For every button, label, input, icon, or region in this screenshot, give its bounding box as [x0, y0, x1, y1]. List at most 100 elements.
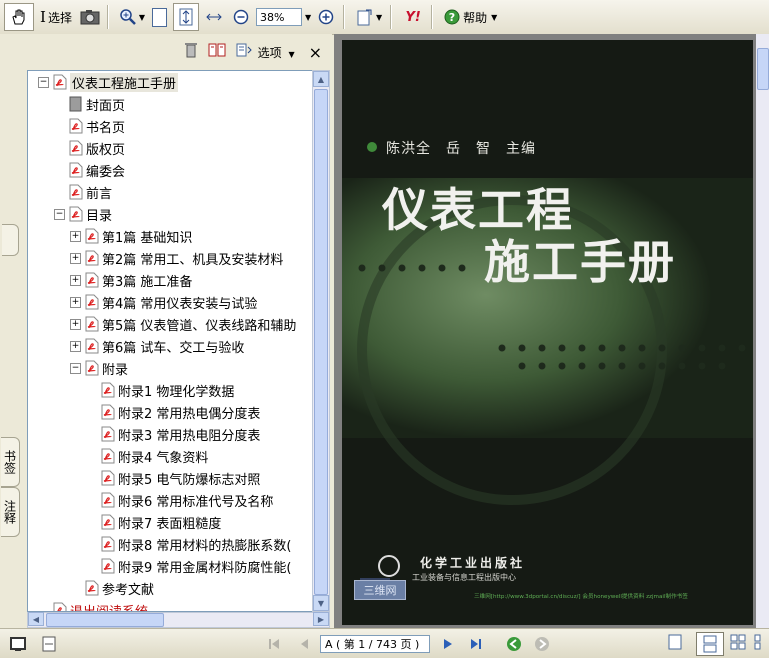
go-forward-button[interactable] — [532, 636, 552, 652]
single-page-view-icon — [668, 634, 682, 649]
pdf-bookmark-icon — [101, 514, 115, 530]
toolbar-separator — [343, 5, 346, 29]
scroll-up-button[interactable]: ▲ — [313, 71, 329, 87]
pdf-bookmark-icon — [69, 140, 83, 156]
show-navigation-button[interactable] — [10, 636, 26, 652]
bookmark-item[interactable]: + 第4篇 常用仪表安装与试验 — [70, 291, 257, 313]
close-panel-button[interactable]: × — [309, 43, 322, 62]
previous-page-button[interactable] — [294, 637, 314, 651]
fit-width-button[interactable] — [202, 4, 226, 30]
new-bookmark-icon[interactable] — [208, 43, 226, 61]
bookmark-item[interactable]: 前言 — [54, 181, 112, 203]
collapse-handle[interactable] — [2, 224, 19, 256]
scroll-right-button[interactable]: ▶ — [313, 612, 329, 626]
zoom-in-button[interactable] — [314, 4, 338, 30]
bookmark-item[interactable]: 附录1 物理化学数据 — [86, 379, 234, 401]
zoom-in-tool-button[interactable]: ▼ — [117, 4, 147, 30]
tab-comments[interactable]: 注释 — [1, 487, 20, 537]
bookmark-label: 第2篇 常用工、机具及安装材料 — [102, 252, 284, 268]
tab-comments-label: 注释 — [2, 500, 17, 524]
expand-bookmark-icon[interactable] — [236, 43, 252, 61]
select-tool-button[interactable]: I 选择 — [37, 4, 75, 30]
doc-scroll-thumb[interactable] — [757, 48, 769, 90]
bookmark-item[interactable]: 书名页 — [54, 115, 125, 137]
bookmark-item[interactable]: + 第6篇 试车、交工与验收 — [70, 335, 244, 357]
expand-icon[interactable]: + — [70, 274, 81, 286]
expand-icon[interactable]: + — [70, 252, 81, 264]
bookmark-item[interactable]: − 附录 — [70, 357, 128, 379]
bookmark-label: 第3篇 施工准备 — [102, 274, 193, 290]
facing-view-button[interactable] — [730, 634, 748, 654]
bookmark-item[interactable]: − 目录 — [54, 203, 112, 225]
bookmark-item[interactable]: 附录7 表面粗糙度 — [86, 511, 221, 533]
help-icon: ? — [444, 9, 460, 25]
next-page-button[interactable] — [438, 637, 458, 651]
bookmarks-panel-toolbar: 选项 ▼ × — [22, 34, 332, 70]
zoom-input[interactable]: 38% — [255, 8, 302, 26]
first-page-button[interactable] — [264, 637, 284, 651]
bookmark-item[interactable]: + 第1篇 基础知识 — [70, 225, 192, 247]
rotate-view-button[interactable]: ▼ — [353, 4, 385, 30]
bookmark-item[interactable]: 附录8 常用材料的热膨胀系数( — [86, 533, 291, 555]
collapse-icon[interactable]: − — [38, 76, 49, 88]
page-number-field[interactable]: A ( 第 1 / 743 页 ) — [320, 634, 430, 653]
bookmark-item[interactable]: 附录3 常用热电阻分度表 — [86, 423, 260, 445]
bookmark-label: 第5篇 仪表管道、仪表线路和辅助 — [102, 318, 297, 334]
page-layout-button[interactable] — [42, 636, 56, 652]
expand-icon[interactable]: + — [70, 318, 81, 330]
expand-icon[interactable]: + — [70, 230, 81, 242]
bookmark-item[interactable]: 附录2 常用热电偶分度表 — [86, 401, 260, 423]
bookmark-item[interactable]: + 第5篇 仪表管道、仪表线路和辅助 — [70, 313, 296, 335]
hand-tool-button[interactable] — [4, 3, 34, 31]
options-menu-button[interactable]: 选项 ▼ — [258, 44, 295, 61]
document-vertical-scrollbar[interactable] — [756, 34, 769, 628]
bookmark-item[interactable]: 参考文献 — [70, 577, 154, 599]
bookmark-label: 附录2 常用热电偶分度表 — [118, 406, 261, 422]
bookmarks-horizontal-scrollbar[interactable]: ◀ ▶ — [27, 612, 330, 628]
bookmark-item[interactable]: 附录5 电气防爆标志对照 — [86, 467, 260, 489]
bookmark-item[interactable]: 编委会 — [54, 159, 125, 181]
go-back-button[interactable] — [504, 636, 524, 652]
h-scroll-thumb[interactable] — [46, 613, 164, 627]
zoom-out-button[interactable] — [229, 4, 253, 30]
bookmark-item[interactable]: + 第3篇 施工准备 — [70, 269, 192, 291]
continuous-facing-view-button[interactable] — [754, 634, 768, 654]
document-view[interactable]: 陈洪全 岳 智 主编 仪表工程 施工手册 化学工业出版社 工业装备与信息工程出版… — [334, 34, 769, 628]
last-page-button[interactable] — [466, 637, 486, 651]
bookmark-item[interactable]: + 第2篇 常用工、机具及安装材料 — [70, 247, 283, 269]
snapshot-button[interactable] — [78, 4, 102, 30]
collapse-icon[interactable]: − — [54, 208, 65, 220]
bookmarks-vertical-scrollbar[interactable]: ▲ ▼ — [312, 70, 330, 612]
pdf-bookmark-icon — [85, 228, 99, 244]
bookmark-label: 退出阅读系统 — [70, 604, 149, 612]
single-page-view-button[interactable] — [668, 634, 684, 654]
bookmarks-panel: 选项 ▼ × − 仪表工程施工手册 封面页 书名页 版权页 编委会 前言 − 目录 + 第1篇 基础… — [22, 34, 332, 628]
help-button[interactable]: ? 帮助 ▼ — [441, 4, 500, 30]
expand-icon[interactable]: + — [70, 296, 81, 308]
bookmark-label: 附录3 常用热电阻分度表 — [118, 428, 261, 444]
fit-page-button[interactable] — [172, 3, 199, 31]
zoom-dropdown[interactable]: 38% ▼ — [255, 4, 311, 30]
trash-icon[interactable] — [184, 42, 198, 62]
scroll-left-button[interactable]: ◀ — [28, 612, 44, 626]
bookmark-item[interactable]: 封面页 — [54, 93, 125, 115]
page-icon — [152, 7, 168, 27]
actual-size-button[interactable] — [150, 4, 170, 30]
bookmark-item[interactable]: 附录6 常用标准代号及名称 — [86, 489, 273, 511]
bookmark-item[interactable]: 附录4 气象资料 — [86, 445, 208, 467]
tab-bookmarks[interactable]: 书签 — [1, 437, 20, 487]
text-cursor-icon: I — [40, 8, 46, 26]
scroll-down-button[interactable]: ▼ — [313, 595, 329, 611]
continuous-view-button[interactable] — [696, 631, 724, 656]
svg-text:?: ? — [449, 11, 455, 24]
collapse-icon[interactable]: − — [70, 362, 81, 374]
bookmark-item[interactable]: 附录9 常用金属材料防腐性能( — [86, 555, 291, 577]
hand-icon — [12, 9, 25, 25]
expand-icon[interactable]: + — [70, 340, 81, 352]
bookmark-item[interactable]: 版权页 — [54, 137, 125, 159]
scroll-thumb[interactable] — [314, 89, 328, 595]
bookmark-item[interactable]: − 仪表工程施工手册 — [38, 71, 179, 93]
pdf-bookmark-icon — [85, 250, 99, 266]
bookmark-item[interactable]: 退出阅读系统 — [38, 599, 149, 612]
yahoo-button[interactable]: Y! — [400, 4, 426, 30]
